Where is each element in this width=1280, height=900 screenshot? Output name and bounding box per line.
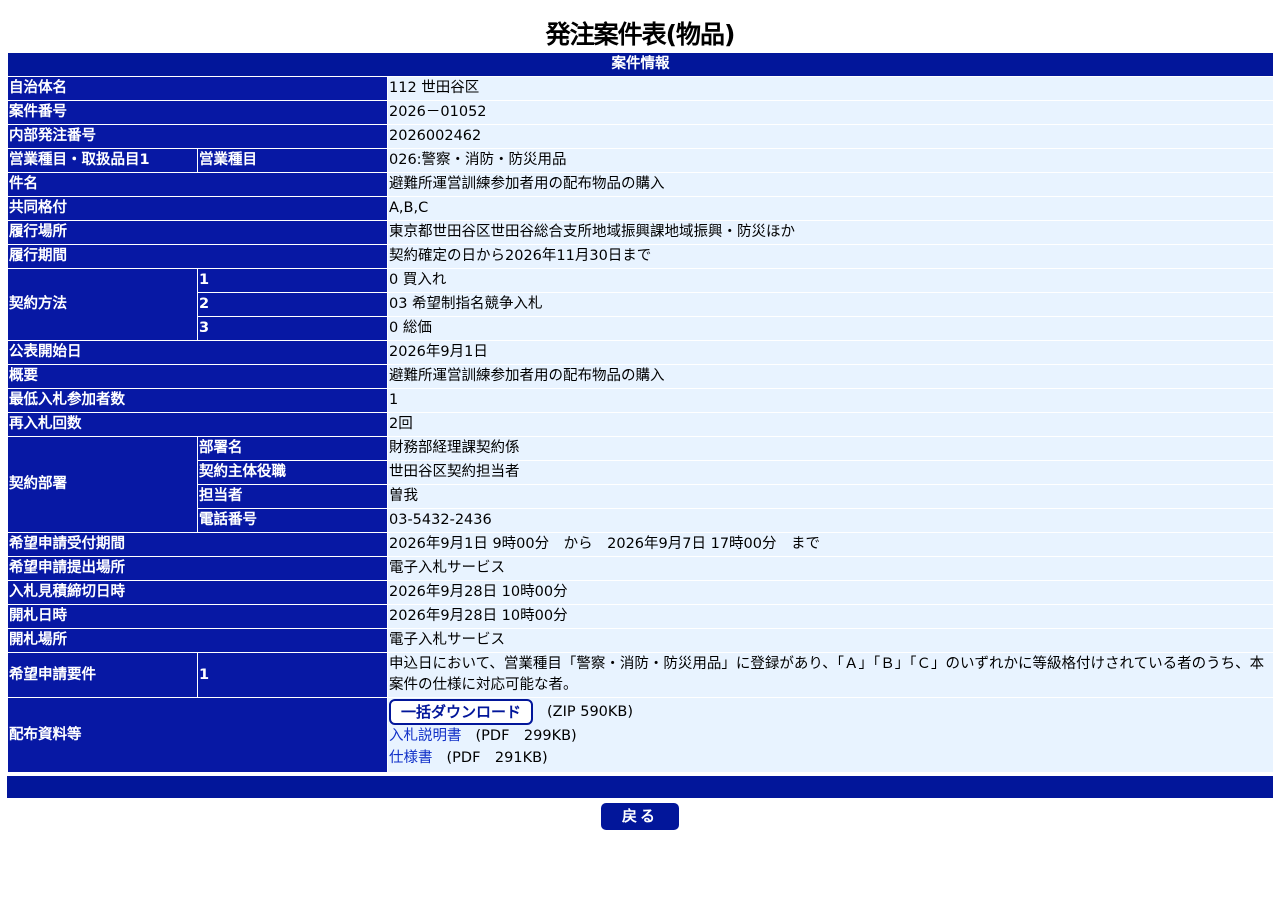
table-row: 契約方法 1 0 買入れ	[7, 268, 1275, 341]
footer-bar	[7, 776, 1273, 798]
case-number-value: 2026－01052	[386, 100, 1275, 125]
table-row: 開札場所 電子入札サービス	[7, 628, 1275, 653]
performance-period-value: 契約確定の日から2026年11月30日まで	[386, 244, 1275, 269]
opening-datetime-value: 2026年9月28日 10時00分	[386, 604, 1275, 629]
rebid-count-value: 2回	[386, 412, 1275, 437]
bulk-download-meta: (ZIP 590KB)	[547, 704, 634, 720]
opening-place-label: 開札場所	[7, 628, 388, 653]
application-period-value: 2026年9月1日 9時00分 から 2026年9月7日 17時00分 まで	[386, 532, 1275, 557]
table-row: 契約主体役職 世田谷区契約担当者	[8, 460, 1275, 485]
table-row: 履行場所 東京都世田谷区世田谷総合支所地域振興課地域振興・防災ほか	[7, 220, 1275, 245]
table-row: 希望申請提出場所 電子入札サービス	[7, 556, 1275, 581]
subject-value: 避難所運営訓練参加者用の配布物品の購入	[386, 172, 1275, 197]
phone-number-value: 03-5432-2436	[386, 508, 1275, 533]
section-title-row: 案件情報	[6, 52, 1275, 77]
application-requirements-label: 希望申請要件	[7, 652, 198, 698]
application-period-label: 希望申請受付期間	[7, 532, 388, 557]
distribution-materials-value: 一括ダウンロード (ZIP 590KB) 入札説明書 (PDF 299KB) 仕様書…	[386, 697, 1275, 773]
bid-explanation-link[interactable]: 入札説明書	[389, 728, 462, 744]
application-requirements-value: 申込日において、営業種目「警察・消防・防災用品」に登録があり、「Ａ」「Ｂ」「Ｃ」…	[386, 652, 1275, 698]
min-bidders-label: 最低入札参加者数	[7, 388, 388, 413]
municipality-value: 112 世田谷区	[386, 76, 1275, 101]
case-info-table: 案件情報 自治体名 112 世田谷区 案件番号 2026－01052 内部発注番…	[6, 52, 1275, 773]
overview-label: 概要	[7, 364, 388, 389]
internal-order-number-value: 2026002462	[386, 124, 1275, 149]
table-row: 3 0 総価	[8, 316, 1275, 341]
department-name-value: 財務部経理課契約係	[386, 436, 1275, 461]
table-row: 開札日時 2026年9月28日 10時00分	[7, 604, 1275, 629]
table-row: 担当者 曽我	[8, 484, 1275, 509]
table-row: 入札見積締切日時 2026年9月28日 10時00分	[7, 580, 1275, 605]
table-row: 配布資料等 一括ダウンロード (ZIP 590KB) 入札説明書 (PDF 299K…	[7, 697, 1275, 773]
table-row: 希望申請受付期間 2026年9月1日 9時00分 から 2026年9月7日 17…	[7, 532, 1275, 557]
section-title: 案件情報	[6, 52, 1275, 77]
table-row: 履行期間 契約確定の日から2026年11月30日まで	[7, 244, 1275, 269]
contract-method-num: 1	[197, 268, 388, 293]
contract-method-value: 03 希望制指名競争入札	[386, 292, 1275, 317]
publication-start-value: 2026年9月1日	[386, 340, 1275, 365]
department-name-label: 部署名	[197, 436, 388, 461]
business-type-sublabel: 営業種目	[197, 148, 388, 173]
table-row: 公表開始日 2026年9月1日	[7, 340, 1275, 365]
bulk-download-line: 一括ダウンロード (ZIP 590KB)	[389, 699, 1272, 725]
back-button-wrap: 戻る	[0, 803, 1280, 830]
joint-rating-label: 共同格付	[7, 196, 388, 221]
bid-explanation-meta: (PDF 299KB)	[475, 728, 577, 744]
back-button[interactable]: 戻る	[601, 803, 679, 830]
application-place-value: 電子入札サービス	[386, 556, 1275, 581]
phone-number-label: 電話番号	[197, 508, 388, 533]
table-row: 契約部署 部署名 財務部経理課契約係	[7, 436, 1275, 533]
joint-rating-value: A,B,C	[386, 196, 1275, 221]
application-place-label: 希望申請提出場所	[7, 556, 388, 581]
page-title: 発注案件表(物品)	[545, 20, 736, 49]
opening-datetime-label: 開札日時	[7, 604, 388, 629]
bulk-download-button[interactable]: 一括ダウンロード	[389, 699, 534, 725]
table-row: 再入札回数 2回	[7, 412, 1275, 437]
table-row: 件名 避難所運営訓練参加者用の配布物品の購入	[7, 172, 1275, 197]
bid-deadline-label: 入札見積締切日時	[7, 580, 388, 605]
subject-label: 件名	[7, 172, 388, 197]
document-item: 仕様書 (PDF 291KB)	[389, 747, 1272, 769]
table-row: 案件番号 2026－01052	[7, 100, 1275, 125]
contracting-officer-label: 契約主体役職	[197, 460, 388, 485]
table-row: 自治体名 112 世田谷区	[7, 76, 1275, 101]
application-requirements-num: 1	[197, 652, 388, 698]
performance-place-value: 東京都世田谷区世田谷総合支所地域振興課地域振興・防災ほか	[386, 220, 1275, 245]
performance-place-label: 履行場所	[7, 220, 388, 245]
table-row: 希望申請要件 1 申込日において、営業種目「警察・消防・防災用品」に登録があり、…	[7, 652, 1275, 698]
overview-value: 避難所運営訓練参加者用の配布物品の購入	[386, 364, 1275, 389]
business-type-label: 営業種目・取扱品目1	[7, 148, 198, 173]
table-row: 最低入札参加者数 1	[7, 388, 1275, 413]
rebid-count-label: 再入札回数	[7, 412, 388, 437]
contract-method-num: 3	[197, 316, 388, 341]
opening-place-value: 電子入札サービス	[386, 628, 1275, 653]
business-type-value: 026:警察・消防・防災用品	[386, 148, 1275, 173]
contract-method-value: 0 買入れ	[386, 268, 1275, 293]
person-in-charge-label: 担当者	[197, 484, 388, 509]
specification-meta: (PDF 291KB)	[446, 750, 548, 766]
table-row: 営業種目・取扱品目1 営業種目 026:警察・消防・防災用品	[7, 148, 1275, 173]
municipality-label: 自治体名	[7, 76, 388, 101]
internal-order-number-label: 内部発注番号	[7, 124, 388, 149]
min-bidders-value: 1	[386, 388, 1275, 413]
table-row: 電話番号 03-5432-2436	[8, 508, 1275, 533]
publication-start-label: 公表開始日	[7, 340, 388, 365]
contract-method-label: 契約方法	[7, 268, 198, 341]
case-number-label: 案件番号	[7, 100, 388, 125]
contracting-officer-value: 世田谷区契約担当者	[386, 460, 1275, 485]
document-item: 入札説明書 (PDF 299KB)	[389, 725, 1272, 747]
bid-deadline-value: 2026年9月28日 10時00分	[386, 580, 1275, 605]
specification-link[interactable]: 仕様書	[389, 750, 433, 766]
person-in-charge-value: 曽我	[386, 484, 1275, 509]
contract-method-value: 0 総価	[386, 316, 1275, 341]
table-row: 共同格付 A,B,C	[7, 196, 1275, 221]
contract-method-num: 2	[197, 292, 388, 317]
table-row: 概要 避難所運営訓練参加者用の配布物品の購入	[7, 364, 1275, 389]
table-row: 内部発注番号 2026002462	[7, 124, 1275, 149]
performance-period-label: 履行期間	[7, 244, 388, 269]
contract-department-label: 契約部署	[7, 436, 198, 533]
distribution-materials-label: 配布資料等	[7, 697, 388, 773]
table-row: 2 03 希望制指名競争入札	[8, 292, 1275, 317]
